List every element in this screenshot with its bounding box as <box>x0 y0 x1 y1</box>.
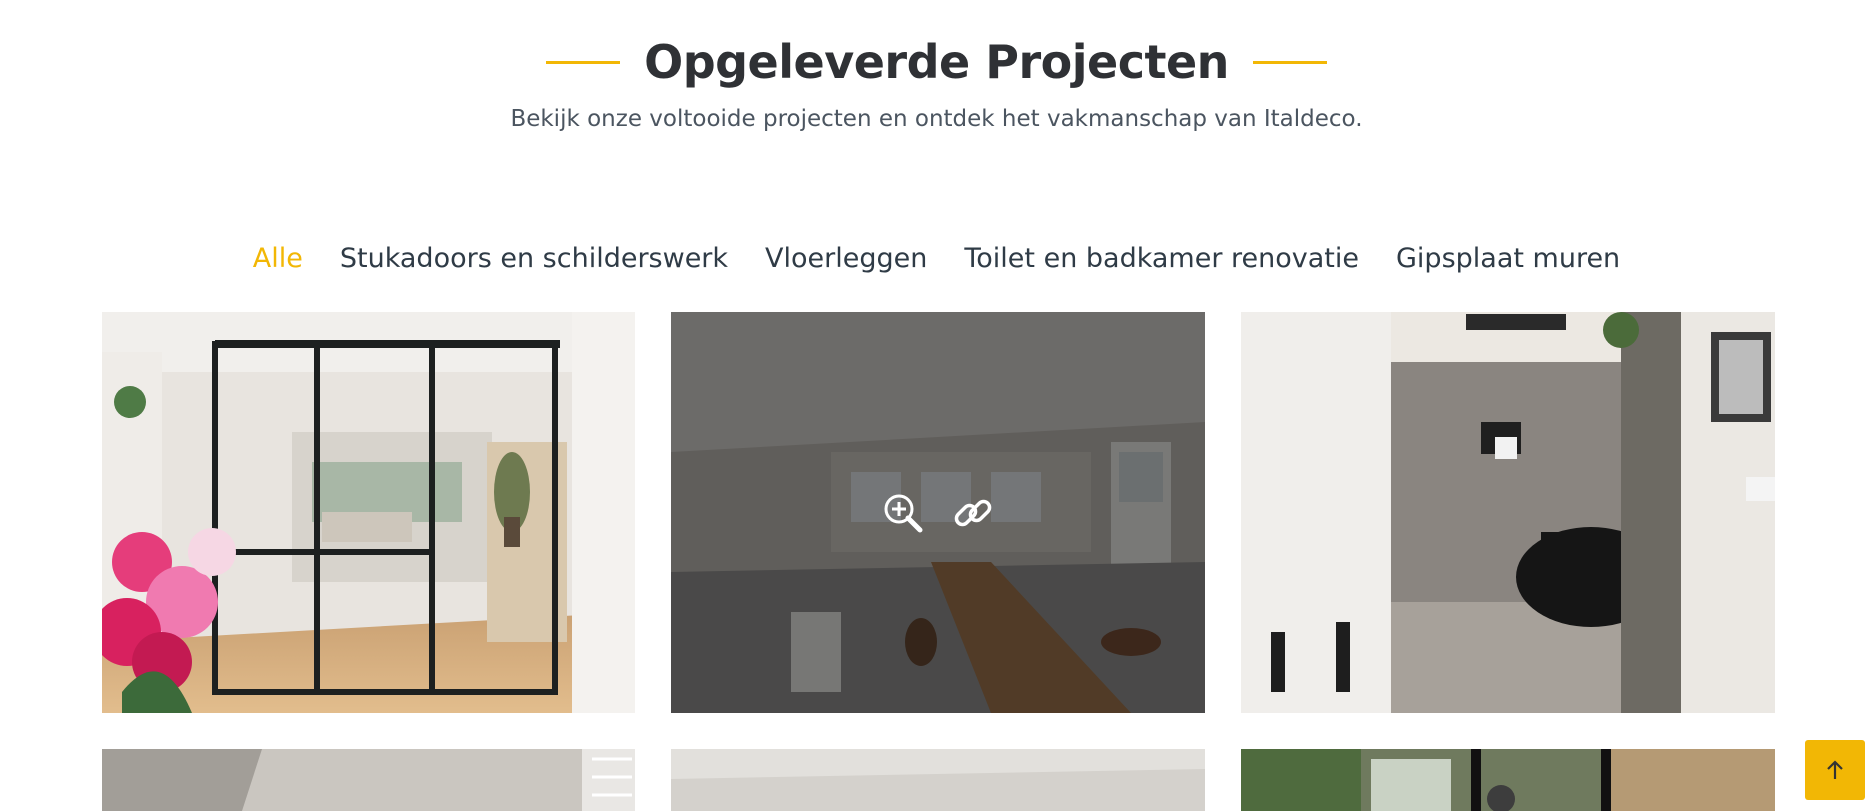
glass-door-photo <box>102 312 635 713</box>
project-image-row2-2[interactable] <box>671 749 1205 811</box>
title-decor-line-right <box>1252 60 1327 64</box>
toilet-photo <box>1241 312 1775 713</box>
project-image-dining-room[interactable] <box>671 312 1205 713</box>
zoom-in-icon[interactable] <box>882 492 924 534</box>
filter-toilet-badkamer[interactable]: Toilet en badkamer renovatie <box>964 243 1359 274</box>
row2-photo-2 <box>671 749 1205 811</box>
tile-action-icons <box>671 312 1205 713</box>
arrow-up-icon <box>1827 760 1843 779</box>
project-image-toilet[interactable] <box>1241 312 1775 713</box>
section-heading: Opgeleverde Projecten <box>0 30 1873 94</box>
title-decor-line-left <box>546 60 621 64</box>
portfolio-filter-bar: Alle Stukadoors en schilderswerk Vloerle… <box>0 243 1873 274</box>
page-title: Opgeleverde Projecten <box>644 35 1229 89</box>
row2-photo-3 <box>1241 749 1775 811</box>
link-icon[interactable] <box>952 492 994 534</box>
filter-alle[interactable]: Alle <box>253 243 303 274</box>
project-image-row2-3[interactable] <box>1241 749 1775 811</box>
scroll-to-top-button[interactable] <box>1805 740 1865 800</box>
project-image-row2-1[interactable] <box>102 749 635 811</box>
filter-gipsplaat-muren[interactable]: Gipsplaat muren <box>1396 243 1620 274</box>
row2-photo-1 <box>102 749 635 811</box>
project-image-glass-door[interactable] <box>102 312 635 713</box>
filter-vloerleggen[interactable]: Vloerleggen <box>765 243 927 274</box>
page-subtitle: Bekijk onze voltooide projecten en ontde… <box>510 106 1363 132</box>
filter-stukadoors-schilderswerk[interactable]: Stukadoors en schilderswerk <box>340 243 728 274</box>
